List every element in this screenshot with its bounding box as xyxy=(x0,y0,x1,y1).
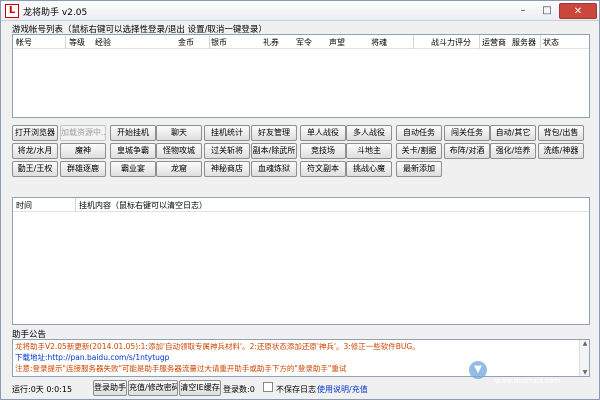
log-table[interactable]: 时间 挂机内容（鼠标右键可以清空日志） xyxy=(12,197,590,325)
scroll-down-icon[interactable]: ▼ xyxy=(581,369,589,376)
col-log-content[interactable]: 挂机内容（鼠标右键可以清空日志） xyxy=(79,200,207,211)
mystery-shop-button[interactable]: 神秘商店 xyxy=(204,161,250,177)
minimize-button[interactable]: – xyxy=(511,3,535,19)
col-divider xyxy=(540,35,541,49)
col-order[interactable]: 军令 xyxy=(296,37,312,48)
royal-power-button[interactable]: 勤王/王权 xyxy=(12,161,58,177)
login-count: 登录数:0 xyxy=(223,385,255,394)
col-coupon[interactable]: 礼券 xyxy=(263,37,279,48)
notice-line: 注意:登录提示"连接服务器失败"可能是助手服务器流量过大请重开助手或助手下方的"… xyxy=(15,364,347,373)
col-divider xyxy=(75,198,76,212)
demon-god-button[interactable]: 魔神 xyxy=(60,143,106,159)
hangup-stats-button[interactable]: 挂机统计 xyxy=(204,125,250,141)
log-header: 时间 挂机内容（鼠标右键可以清空日志） xyxy=(13,198,589,212)
col-silver[interactable]: 银币 xyxy=(211,37,227,48)
enhance-train-button[interactable]: 强化/培养 xyxy=(490,143,536,159)
col-time[interactable]: 时间 xyxy=(16,200,32,211)
col-prestige[interactable]: 声望 xyxy=(329,37,345,48)
monster-siege-button[interactable]: 怪物攻城 xyxy=(156,143,202,159)
solo-battle-button[interactable]: 单人战役 xyxy=(300,125,346,141)
clear-ie-cache-button[interactable]: 清空IE缓存 xyxy=(179,380,221,396)
account-list-header: 帐号 等级 经验 金币 银币 礼券 军令 声望 将魂 战斗力评分 运营商 服务器… xyxy=(13,35,589,49)
recharge-password-button[interactable]: 充值/修改密码 xyxy=(128,380,178,396)
col-exp[interactable]: 经验 xyxy=(95,37,111,48)
maximize-button[interactable]: □ xyxy=(536,3,558,19)
col-level[interactable]: 等级 xyxy=(69,37,85,48)
notice-download-link[interactable]: 下载地址:http://pan.baidu.com/s/1ntytugp xyxy=(15,352,169,363)
pass-slay-button[interactable]: 过关斩将 xyxy=(204,143,250,159)
formation-drink-button[interactable]: 布阵/对酒 xyxy=(444,143,490,159)
watermark-url: www.downxia.com xyxy=(495,377,561,385)
col-operator[interactable]: 运营商 xyxy=(482,37,506,48)
heroes-chase-button[interactable]: 群雄逐鹿 xyxy=(60,161,106,177)
loading-resources-button[interactable]: 加载资源中... xyxy=(60,125,106,141)
app-logo-icon: L xyxy=(5,4,19,18)
arena-button[interactable]: 竞技场 xyxy=(300,143,346,159)
friends-button[interactable]: 好友管理 xyxy=(251,125,297,141)
notice-line: 龙将助手V2.05新更新(2014.01.05):1:添加'自动领取专属神兵材料… xyxy=(15,342,420,351)
landlord-button[interactable]: 斗地主 xyxy=(346,143,392,159)
col-server[interactable]: 服务器 xyxy=(512,37,536,48)
col-gold[interactable]: 金币 xyxy=(178,37,194,48)
col-divider xyxy=(479,35,480,49)
help-recharge-link[interactable]: 使用说明/充值 xyxy=(317,384,368,395)
chat-button[interactable]: 聊天 xyxy=(156,125,202,141)
dragon-moon-button[interactable]: 将龙/水月 xyxy=(12,143,58,159)
stage-separatist-button[interactable]: 关卡/割据 xyxy=(396,143,442,159)
start-hangup-button[interactable]: 开始挂机 xyxy=(110,125,156,141)
no-save-log-checkbox[interactable] xyxy=(263,382,273,392)
title-bar: L 龙将助手 v2.05 – □ ✕ xyxy=(1,1,599,21)
instance-martial-button[interactable]: 副本/除武所 xyxy=(251,143,297,159)
runtime-label: 运行:0天 0:0:15 xyxy=(12,385,73,394)
col-divider xyxy=(65,35,66,49)
dungeon-task-button[interactable]: 闯关任务 xyxy=(444,125,490,141)
bag-sell-button[interactable]: 背包/出售 xyxy=(538,125,584,141)
no-save-log-label[interactable]: 不保存日志 xyxy=(276,384,316,395)
notice-scrollbar[interactable]: ▲ ▼ xyxy=(579,340,589,376)
watermark-name: 当下软件园 xyxy=(489,363,544,376)
open-browser-button[interactable]: 打开浏览器 xyxy=(12,125,58,141)
imperial-contest-button[interactable]: 皇城争霸 xyxy=(110,143,156,159)
app-window: L 龙将助手 v2.05 – □ ✕ 游戏帐号列表（鼠标右键可以选择性登录/退出… xyxy=(0,0,600,400)
challenge-demon-button[interactable]: 挑战心魔 xyxy=(346,161,392,177)
col-power[interactable]: 战斗力评分 xyxy=(431,37,471,48)
col-divider xyxy=(413,35,414,49)
multi-battle-button[interactable]: 多人战役 xyxy=(346,125,392,141)
col-account[interactable]: 帐号 xyxy=(16,37,32,48)
refine-artifact-button[interactable]: 洗练/神器 xyxy=(538,143,584,159)
rune-instance-button[interactable]: 符文副本 xyxy=(300,161,346,177)
col-soul[interactable]: 将魂 xyxy=(371,37,387,48)
auto-task-button[interactable]: 自动任务 xyxy=(396,125,442,141)
dragon-cave-button[interactable]: 龙窟 xyxy=(156,161,202,177)
window-title: 龙将助手 v2.05 xyxy=(23,8,88,18)
latest-added-button[interactable]: 最新添加 xyxy=(396,161,442,177)
hegemony-feast-button[interactable]: 霸业宴 xyxy=(110,161,156,177)
account-list-table[interactable]: 帐号 等级 经验 金币 银币 礼券 军令 声望 将魂 战斗力评分 运营商 服务器… xyxy=(12,34,590,118)
watermark-icon: ▼ xyxy=(469,361,487,379)
col-status[interactable]: 状态 xyxy=(543,37,559,48)
close-button[interactable]: ✕ xyxy=(559,3,597,19)
col-divider xyxy=(209,35,210,49)
login-helper-button[interactable]: 登录助手 xyxy=(93,380,127,396)
blood-purgatory-button[interactable]: 血魂炼狱 xyxy=(251,161,297,177)
auto-other-button[interactable]: 自动/其它 xyxy=(490,125,536,141)
scroll-up-icon[interactable]: ▲ xyxy=(581,340,589,347)
